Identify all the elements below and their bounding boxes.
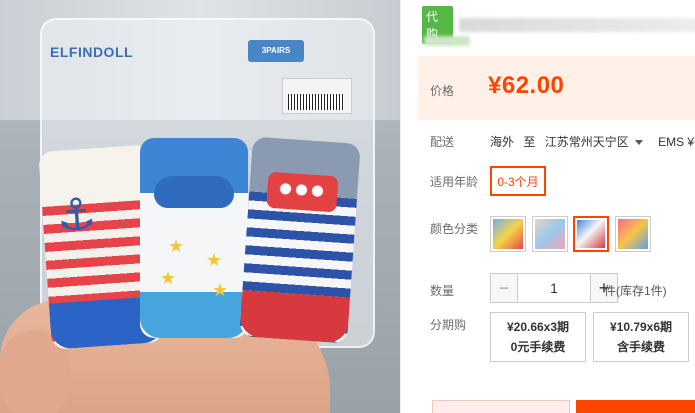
title-row: 代购 (422, 6, 695, 44)
shipping-to-word: 至 (523, 135, 536, 149)
color-swatch-3-selected[interactable] (573, 216, 609, 252)
boat-icon (266, 171, 339, 213)
quantity-input[interactable]: 1 (518, 273, 590, 303)
sock-boat (239, 136, 361, 344)
barcode (288, 94, 344, 110)
shipping-from: 海外 (490, 135, 515, 149)
chevron-down-icon[interactable] (634, 139, 643, 145)
swatch-image (618, 219, 648, 249)
color-label: 颜色分类 (430, 222, 479, 236)
shipping-label: 配送 (430, 135, 455, 149)
stock-info: 件(库存1件) (604, 284, 667, 298)
price-label: 价格 (430, 84, 455, 98)
installment-fee: 0元手续费 (510, 340, 566, 354)
product-page: ELFINDOLL 3PAIRS ⚓ ★ ★ ★ ★ 代购 价格 ¥62.00 … (0, 0, 695, 413)
whale-icon (154, 176, 234, 208)
quantity-stepper: − 1 + (490, 273, 618, 303)
swatch-image (493, 219, 523, 249)
swatch-image (577, 220, 605, 248)
pack-count-label: 3PAIRS (248, 40, 304, 62)
sock-whale: ★ ★ ★ ★ (140, 138, 248, 338)
product-title-blurred (459, 18, 695, 32)
buy-now-button[interactable] (432, 400, 570, 413)
star-icon: ★ (206, 250, 223, 271)
product-info-panel: 代购 价格 ¥62.00 配送 海外 至 江苏常州天宁区 EMS ¥6( 适用年… (418, 0, 695, 413)
price-value: ¥62.00 (488, 72, 565, 99)
shipping-destination-select[interactable]: 江苏常州天宁区 (545, 135, 655, 149)
product-main-image[interactable]: ELFINDOLL 3PAIRS ⚓ ★ ★ ★ ★ (0, 0, 400, 413)
shipping-info: 海外 至 江苏常州天宁区 EMS ¥6( (490, 133, 695, 150)
age-option-0-3m[interactable]: 0-3个月 (490, 166, 546, 196)
shipping-method: EMS ¥6( (658, 135, 695, 149)
star-icon: ★ (212, 280, 229, 301)
installment-amount: ¥10.79x6期 (609, 320, 673, 334)
brand-logo-text: ELFINDOLL (50, 44, 134, 60)
divider (400, 0, 401, 413)
color-swatch-2[interactable] (532, 216, 568, 252)
price-box: 价格 ¥62.00 (418, 56, 695, 120)
quantity-minus-button[interactable]: − (490, 273, 518, 303)
color-swatch-4[interactable] (615, 216, 651, 252)
subtitle-blurred (424, 36, 470, 46)
age-label: 适用年龄 (430, 175, 479, 189)
installment-label: 分期购 (430, 318, 467, 332)
swatch-image (535, 219, 565, 249)
installment-fee: 含手续费 (616, 340, 665, 354)
installment-amount: ¥20.66x3期 (506, 320, 570, 334)
shipping-destination: 江苏常州天宁区 (544, 135, 629, 149)
add-to-cart-button[interactable] (576, 400, 695, 413)
installment-plan-6[interactable]: ¥10.79x6期 含手续费 (593, 312, 689, 362)
installment-plan-3[interactable]: ¥20.66x3期 0元手续费 (490, 312, 586, 362)
star-icon: ★ (160, 268, 177, 289)
anchor-icon: ⚓ (54, 188, 98, 242)
star-icon: ★ (168, 236, 185, 257)
quantity-label: 数量 (430, 284, 455, 298)
color-swatch-1[interactable] (490, 216, 526, 252)
